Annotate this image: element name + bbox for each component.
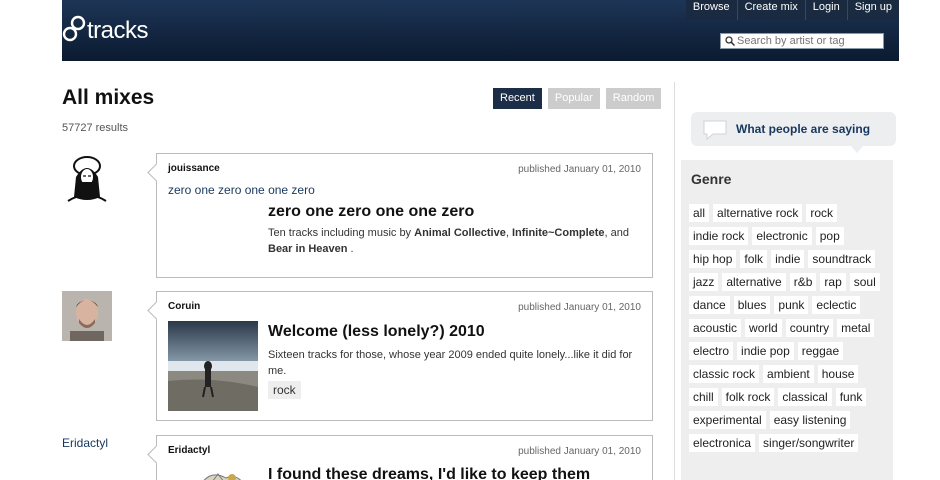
mix-cover-image[interactable]: [168, 460, 258, 480]
genre-tag[interactable]: metal: [837, 319, 875, 337]
genre-tag[interactable]: reggae: [797, 342, 844, 360]
what-people-are-saying[interactable]: What people are saying: [691, 112, 896, 153]
mix-description: Ten tracks including music by Animal Col…: [268, 227, 630, 255]
beach-photo: [168, 321, 258, 411]
genre-tag[interactable]: rock: [806, 204, 838, 222]
artist-link[interactable]: Infinite~Complete: [512, 227, 605, 239]
tab-popular[interactable]: Popular: [547, 88, 600, 109]
mix-author[interactable]: Eridactyl: [168, 445, 210, 456]
genre-tag[interactable]: r&b: [789, 273, 817, 291]
genre-tag[interactable]: rap: [820, 273, 846, 291]
genre-tag[interactable]: eclectic: [812, 296, 861, 314]
genre-tag[interactable]: all: [689, 204, 710, 222]
speech-bubble-icon: [703, 120, 727, 140]
genre-heading: Genre: [691, 171, 732, 187]
avatar-jouissance[interactable]: [62, 153, 112, 203]
mix-cover-image[interactable]: [168, 321, 258, 411]
genre-tag[interactable]: funk: [835, 388, 867, 406]
genre-tag-list: all alternative rock rock indie rock electro…: [689, 204, 889, 452]
genre-tag[interactable]: chill: [689, 388, 718, 406]
nav-login[interactable]: Login: [804, 0, 847, 20]
mix-date: published January 01, 2010: [518, 164, 641, 175]
avatar-image: [62, 153, 112, 203]
what-people-are-saying-label: What people are saying: [736, 122, 871, 136]
results-count: 57727 results: [62, 122, 129, 134]
genre-tag[interactable]: acoustic: [689, 319, 742, 337]
genre-tag[interactable]: experimental: [689, 411, 766, 429]
mix-author[interactable]: jouissance: [168, 163, 220, 174]
genre-tag[interactable]: alternative: [722, 273, 786, 291]
genre-tag[interactable]: indie rock: [689, 227, 749, 245]
genre-tag[interactable]: electro: [689, 342, 734, 360]
mix-card: jouissance published January 01, 2010 ze…: [156, 153, 653, 278]
genre-tag[interactable]: jazz: [689, 273, 719, 291]
genre-tag[interactable]: folk rock: [721, 388, 775, 406]
genre-tag[interactable]: electronica: [689, 434, 756, 452]
infinity-logo-icon: [62, 15, 86, 42]
genre-tag[interactable]: dance: [689, 296, 730, 314]
genre-tag[interactable]: easy listening: [769, 411, 851, 429]
genre-tag[interactable]: soundtrack: [808, 250, 876, 268]
genre-tag[interactable]: indie: [771, 250, 805, 268]
tab-random[interactable]: Random: [605, 88, 662, 109]
genre-tag[interactable]: indie pop: [737, 342, 794, 360]
artist-link[interactable]: Animal Collective: [414, 227, 506, 239]
genre-tag[interactable]: ambient: [763, 365, 814, 383]
mix-description: Sixteen tracks for those, whose year 200…: [268, 349, 633, 377]
genre-tag[interactable]: alternative rock: [713, 204, 803, 222]
genre-tag[interactable]: hip hop: [689, 250, 737, 268]
mix-title[interactable]: zero one zero one one zero: [268, 203, 474, 221]
mix-date: published January 01, 2010: [518, 446, 641, 457]
avatar-image: [62, 291, 112, 341]
mix-title[interactable]: I found these dreams, I'd like to keep t…: [268, 466, 590, 480]
user-link-eridactyl[interactable]: Eridactyl: [62, 436, 108, 450]
logo[interactable]: tracks: [62, 14, 157, 44]
page-title: All mixes: [62, 86, 155, 109]
genre-tag[interactable]: electronic: [752, 227, 812, 245]
mix-link[interactable]: zero one zero one one zero: [168, 183, 315, 197]
artist-link[interactable]: Bear in Heaven: [268, 243, 347, 255]
sort-tabs: Recent Popular Random: [493, 88, 662, 109]
genre-tag[interactable]: classic rock: [689, 365, 760, 383]
genre-panel: Genre all alternative rock rock indie rock e…: [681, 160, 893, 480]
mix-card: Eridactyl published January 01, 2010 I f…: [156, 435, 653, 480]
genre-tag[interactable]: blues: [733, 296, 771, 314]
genre-tag[interactable]: soul: [849, 273, 880, 291]
top-nav: Browse Create mix Login Sign up: [685, 0, 899, 20]
mix-tag[interactable]: rock: [268, 381, 301, 399]
search-input[interactable]: [737, 34, 877, 48]
search-icon: [725, 36, 735, 46]
mix-card: Coruin published January 01, 2010 Welcom…: [156, 291, 653, 421]
tab-recent[interactable]: Recent: [493, 88, 542, 109]
mix-author[interactable]: Coruin: [168, 301, 200, 312]
logo-text: tracks: [87, 17, 149, 44]
mix-title[interactable]: Welcome (less lonely?) 2010: [268, 323, 485, 341]
search-box: [720, 33, 884, 49]
genre-tag[interactable]: folk: [740, 250, 768, 268]
genre-tag[interactable]: house: [817, 365, 859, 383]
genre-tag[interactable]: classical: [778, 388, 832, 406]
genre-tag[interactable]: world: [745, 319, 782, 337]
nav-sign-up[interactable]: Sign up: [846, 0, 899, 20]
column-divider: [674, 82, 675, 480]
genre-tag[interactable]: pop: [815, 227, 844, 245]
site-header: tracks Browse Create mix Login Sign up: [62, 0, 899, 61]
genre-tag[interactable]: country: [785, 319, 834, 337]
nav-create-mix[interactable]: Create mix: [736, 0, 805, 20]
genre-tag[interactable]: singer/songwriter: [759, 434, 859, 452]
nav-browse[interactable]: Browse: [686, 0, 737, 20]
cover-art: [168, 460, 258, 480]
avatar-coruin[interactable]: [62, 291, 112, 341]
genre-tag[interactable]: punk: [774, 296, 809, 314]
mix-date: published January 01, 2010: [518, 302, 641, 313]
